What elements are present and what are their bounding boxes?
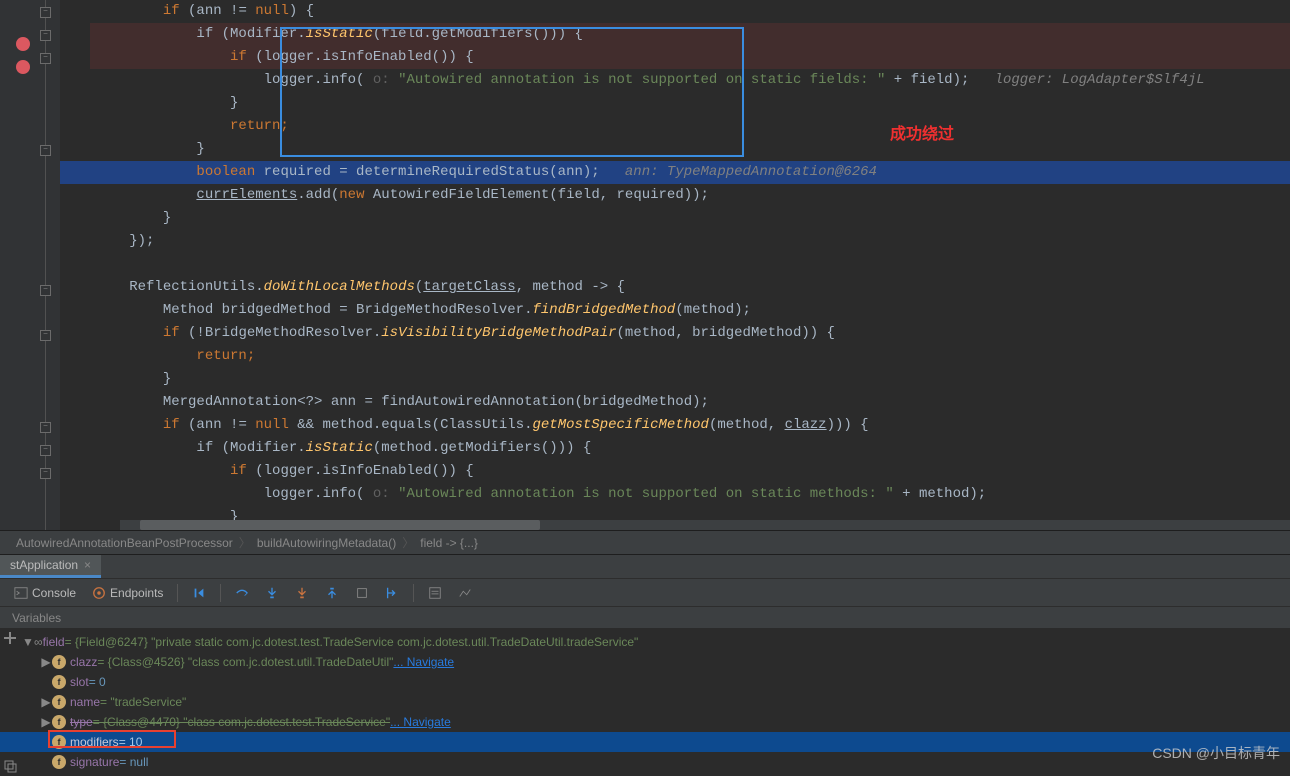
- variable-row[interactable]: f signature = null: [0, 752, 1290, 772]
- add-watch-icon[interactable]: [2, 630, 18, 646]
- resume-button[interactable]: [186, 584, 212, 602]
- chevron-right-icon: 〉: [402, 534, 414, 551]
- variable-row[interactable]: ▼ ∞ field = {Field@6247} "private static…: [0, 632, 1290, 652]
- endpoints-tab[interactable]: Endpoints: [86, 584, 169, 602]
- expand-arrow-icon[interactable]: ▶: [40, 652, 52, 672]
- fold-icon[interactable]: −: [40, 330, 51, 341]
- horizontal-scrollbar[interactable]: [120, 520, 1290, 530]
- navigate-link[interactable]: ... Navigate: [393, 652, 454, 672]
- code-content[interactable]: if (ann != null) { if (Modifier.isStatic…: [60, 0, 1290, 530]
- variable-row[interactable]: ▶ f name = "tradeService": [0, 692, 1290, 712]
- console-tab[interactable]: Console: [8, 584, 82, 602]
- fold-icon[interactable]: −: [40, 30, 51, 41]
- breadcrumb-item[interactable]: buildAutowiringMetadata(): [251, 536, 402, 550]
- step-over-button[interactable]: [229, 584, 255, 602]
- close-icon[interactable]: ×: [84, 558, 91, 572]
- expand-arrow-icon[interactable]: ▶: [40, 712, 52, 732]
- drop-frame-button[interactable]: [349, 584, 375, 602]
- run-to-cursor-button[interactable]: [379, 584, 405, 602]
- editor-gutter: − − − − − − − − −: [0, 0, 60, 530]
- endpoints-icon: [92, 586, 106, 600]
- copy-icon[interactable]: [2, 758, 18, 774]
- navigate-link[interactable]: ... Navigate: [390, 712, 451, 732]
- field-icon: f: [52, 655, 66, 669]
- variable-row[interactable]: ▶ f type = {Class@4470} "class com.jc.do…: [0, 712, 1290, 732]
- field-icon: f: [52, 715, 66, 729]
- field-icon: f: [52, 695, 66, 709]
- breadcrumb-item[interactable]: AutowiredAnnotationBeanPostProcessor: [10, 536, 239, 550]
- expand-arrow-icon[interactable]: ▼: [22, 632, 34, 652]
- breakpoint-icon[interactable]: [16, 60, 30, 74]
- variable-row[interactable]: f slot = 0: [0, 672, 1290, 692]
- fold-icon[interactable]: −: [40, 53, 51, 64]
- field-icon: f: [52, 735, 66, 749]
- fold-icon[interactable]: −: [40, 145, 51, 156]
- debug-tab[interactable]: stApplication ×: [0, 555, 101, 578]
- fold-icon[interactable]: −: [40, 445, 51, 456]
- fold-icon[interactable]: −: [40, 7, 51, 18]
- field-icon: f: [52, 755, 66, 769]
- breadcrumb-item[interactable]: field -> {...}: [414, 536, 484, 550]
- chevron-right-icon: 〉: [239, 534, 251, 551]
- console-icon: [14, 586, 28, 600]
- debug-toolbar: Console Endpoints: [0, 578, 1290, 606]
- field-icon: f: [52, 675, 66, 689]
- watermark: CSDN @小目标青年: [1152, 743, 1280, 763]
- scrollbar-thumb[interactable]: [140, 520, 540, 530]
- fold-icon[interactable]: −: [40, 468, 51, 479]
- evaluate-button[interactable]: [422, 584, 448, 602]
- trace-button[interactable]: [452, 584, 478, 602]
- step-out-button[interactable]: [319, 584, 345, 602]
- variables-pane[interactable]: ▼ ∞ field = {Field@6247} "private static…: [0, 628, 1290, 776]
- breakpoint-icon[interactable]: [16, 37, 30, 51]
- variable-row[interactable]: ▶ f clazz = {Class@4526} "class com.jc.d…: [0, 652, 1290, 672]
- annotation-label: 成功绕过: [890, 120, 954, 144]
- fold-icon[interactable]: −: [40, 422, 51, 433]
- fold-icon[interactable]: −: [40, 285, 51, 296]
- variable-row-selected[interactable]: f modifiers = 10: [0, 732, 1290, 752]
- breadcrumb-bar: AutowiredAnnotationBeanPostProcessor 〉 b…: [0, 530, 1290, 554]
- variables-header: Variables: [0, 606, 1290, 628]
- force-step-into-button[interactable]: [289, 584, 315, 602]
- debug-tabs: stApplication ×: [0, 554, 1290, 578]
- step-into-button[interactable]: [259, 584, 285, 602]
- expand-arrow-icon[interactable]: ▶: [40, 692, 52, 712]
- code-editor-area[interactable]: − − − − − − − − − if (ann != null) { if …: [0, 0, 1290, 530]
